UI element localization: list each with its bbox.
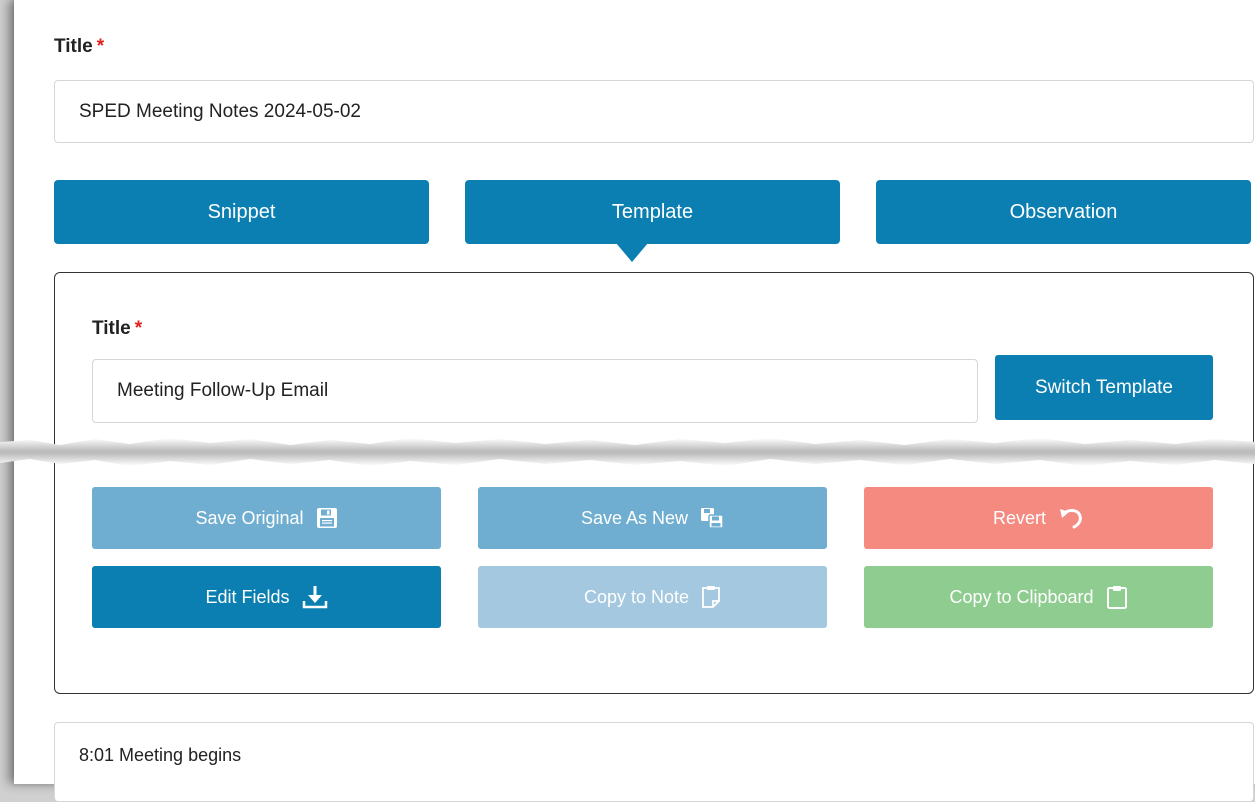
template-title-label-text: Title: [92, 318, 131, 339]
note-title-label-text: Title: [54, 36, 93, 57]
copy-to-clipboard-label: Copy to Clipboard: [949, 586, 1094, 607]
template-title-value: Meeting Follow-Up Email: [117, 380, 329, 401]
save-as-new-button[interactable]: Save As New: [478, 487, 827, 549]
note-body-text: 8:01 Meeting begins: [79, 745, 242, 765]
note-title-input[interactable]: SPED Meeting Notes 2024-05-02: [54, 80, 1254, 143]
note-title-value: SPED Meeting Notes 2024-05-02: [79, 100, 361, 122]
tab-observation-label: Observation: [1009, 200, 1118, 223]
save-as-new-label: Save As New: [580, 507, 689, 528]
edit-fields-label: Edit Fields: [205, 586, 290, 607]
copy-save-icon: [700, 507, 724, 529]
tab-template[interactable]: Template: [465, 180, 840, 244]
copy-to-clipboard-button[interactable]: Copy to Clipboard: [864, 566, 1213, 628]
tab-template-label: Template: [611, 200, 694, 223]
tab-snippet-label: Snippet: [207, 200, 276, 223]
tab-snippet[interactable]: Snippet: [54, 180, 429, 244]
save-original-label: Save Original: [195, 507, 304, 528]
required-mark: *: [134, 318, 143, 339]
template-title-label: Title *: [92, 318, 142, 340]
template-panel: [54, 272, 1254, 694]
floppy-disk-icon: [316, 507, 338, 529]
save-original-button[interactable]: Save Original: [92, 487, 441, 549]
torn-edge-divider: [0, 438, 1255, 466]
copy-to-note-button[interactable]: Copy to Note: [478, 566, 827, 628]
note-title-label: Title *: [54, 36, 104, 58]
switch-template-button[interactable]: Switch Template: [995, 355, 1213, 420]
undo-icon: [1058, 507, 1084, 529]
clipboard-icon: [1106, 585, 1128, 609]
tab-observation[interactable]: Observation: [876, 180, 1251, 244]
copy-to-note-label: Copy to Note: [583, 586, 690, 607]
download-icon: [302, 585, 328, 609]
switch-template-label: Switch Template: [1035, 376, 1173, 398]
required-mark: *: [96, 36, 105, 57]
template-title-input[interactable]: Meeting Follow-Up Email: [92, 359, 978, 423]
note-editor-page: Title * SPED Meeting Notes 2024-05-02 Sni…: [14, 0, 1255, 802]
revert-label: Revert: [992, 507, 1046, 528]
active-tab-pointer: [616, 243, 648, 262]
revert-button[interactable]: Revert: [864, 487, 1213, 549]
edit-fields-button[interactable]: Edit Fields: [92, 566, 441, 628]
note-file-icon: [701, 585, 721, 609]
note-body-editor[interactable]: 8:01 Meeting begins: [54, 722, 1254, 802]
